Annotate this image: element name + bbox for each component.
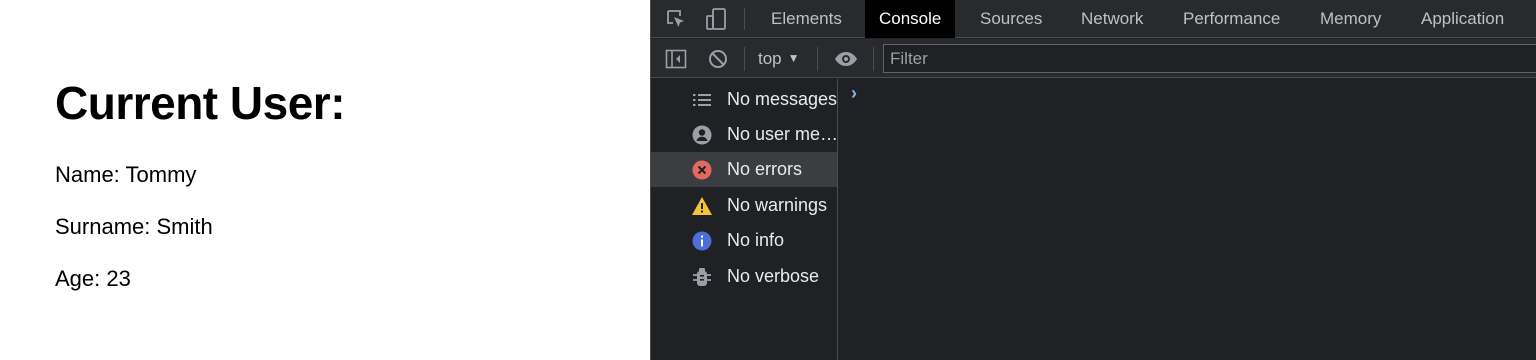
tab-network[interactable]: Network <box>1067 0 1157 38</box>
sidebar-item-messages[interactable]: No messages <box>651 82 837 117</box>
web-page: Current User: Name: Tommy Surname: Smith… <box>0 0 650 360</box>
list-icon <box>691 89 713 111</box>
context-selector[interactable]: top ▼ <box>758 47 800 71</box>
user-surname-line: Surname: Smith <box>55 214 213 239</box>
console-filter-input[interactable] <box>883 44 1536 73</box>
sidebar-item-user-messages[interactable]: No user me… <box>651 117 837 152</box>
show-sidebar-icon[interactable] <box>664 47 688 71</box>
user-age-line: Age: 23 <box>55 266 131 291</box>
devtools-panel: Elements Console Sources Network Perform… <box>650 0 1536 360</box>
tab-application[interactable]: Application <box>1407 0 1518 38</box>
devtools-tabbar: Elements Console Sources Network Perform… <box>651 0 1536 38</box>
console-sidebar: No messages No user me… No errors No war… <box>651 79 838 360</box>
tabbar-separator <box>744 8 745 30</box>
info-icon <box>691 230 713 252</box>
tab-elements[interactable]: Elements <box>757 0 856 38</box>
sidebar-item-label: No user me… <box>727 124 837 144</box>
warning-icon <box>691 195 713 217</box>
sidebar-item-warnings[interactable]: No warnings <box>651 188 837 223</box>
tab-performance[interactable]: Performance <box>1169 0 1294 38</box>
sidebar-item-label: No messages <box>727 89 837 109</box>
context-selector-value: top <box>758 49 782 68</box>
verbose-bug-icon <box>691 266 713 288</box>
live-expression-eye-icon[interactable] <box>834 47 858 71</box>
sidebar-item-label: No warnings <box>727 195 828 215</box>
tab-sources[interactable]: Sources <box>966 0 1056 38</box>
toolbar-separator <box>817 47 818 71</box>
user-name-line: Name: Tommy <box>55 162 197 187</box>
clear-console-icon[interactable] <box>706 47 730 71</box>
tab-memory[interactable]: Memory <box>1306 0 1395 38</box>
error-icon <box>691 159 713 181</box>
toolbar-separator <box>873 47 874 71</box>
console-output-area[interactable]: › <box>839 79 1536 360</box>
sidebar-item-label: No info <box>727 230 785 250</box>
chevron-down-icon: ▼ <box>787 51 800 65</box>
sidebar-item-errors[interactable]: No errors <box>651 152 837 187</box>
sidebar-item-label: No verbose <box>727 266 820 286</box>
console-prompt[interactable]: › <box>851 83 857 104</box>
sidebar-item-verbose[interactable]: No verbose <box>651 259 837 294</box>
sidebar-item-info[interactable]: No info <box>651 223 837 258</box>
page-heading: Current User: <box>55 77 346 129</box>
inspect-element-icon[interactable] <box>663 6 689 32</box>
toolbar-separator <box>744 47 745 71</box>
console-toolbar: top ▼ <box>651 39 1536 78</box>
tab-console[interactable]: Console <box>865 0 956 38</box>
user-icon <box>691 124 713 146</box>
device-toolbar-icon[interactable] <box>703 6 729 32</box>
sidebar-item-label: No errors <box>727 159 803 179</box>
